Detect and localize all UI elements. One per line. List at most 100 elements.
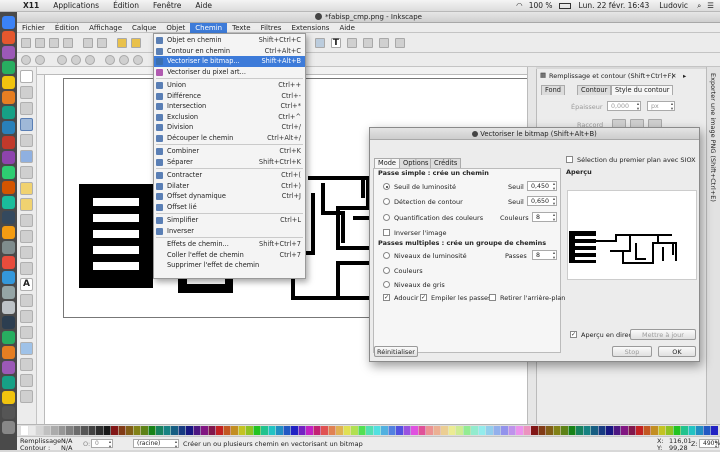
menu-calque[interactable]: Calque — [127, 23, 161, 33]
palette-swatch[interactable] — [141, 426, 148, 435]
zoom-drawing-icon[interactable] — [119, 55, 129, 65]
zoom-1-2-icon[interactable] — [71, 55, 81, 65]
export-icon[interactable] — [97, 38, 107, 48]
menu-item-21[interactable]: Supprimer l'effet de chemin — [154, 260, 305, 271]
dropper-tool-icon[interactable] — [20, 374, 33, 387]
menu-item-13[interactable]: Contracter Ctrl+( — [154, 170, 305, 181]
node-editor-icon[interactable] — [315, 38, 325, 48]
color-palette[interactable] — [17, 424, 720, 436]
eraser-tool-icon[interactable] — [20, 310, 33, 323]
palette-swatch[interactable] — [426, 426, 433, 435]
width-unit-select[interactable]: px — [647, 101, 675, 112]
pencil-tool-icon[interactable] — [20, 230, 33, 243]
palette-swatch[interactable] — [591, 426, 598, 435]
rectangle-tool-icon[interactable] — [20, 150, 33, 163]
menu-aide[interactable]: Aide — [334, 23, 359, 33]
palette-swatch[interactable] — [651, 426, 658, 435]
menu-texte[interactable]: Texte — [227, 23, 255, 33]
palette-swatch[interactable] — [336, 426, 343, 435]
menu-item-11[interactable]: Combiner Ctrl+K — [154, 146, 305, 157]
palette-swatch[interactable] — [711, 426, 718, 435]
menu-item-5[interactable]: Union Ctrl++ — [154, 80, 305, 91]
palette-swatch[interactable] — [523, 426, 531, 435]
menu-item-10[interactable]: Découper le chemin Ctrl+Alt+/ — [154, 133, 305, 144]
palette-swatch[interactable] — [486, 426, 493, 435]
pen-tool-icon[interactable] — [20, 246, 33, 259]
zoom-selection-icon[interactable] — [105, 55, 115, 65]
menu-item-20[interactable]: Coller l'effet de chemin Ctrl+7 — [154, 250, 305, 261]
spotlight-icon[interactable]: ⌕ — [697, 1, 701, 11]
quantization-radio[interactable] — [383, 214, 390, 221]
palette-swatch[interactable] — [351, 426, 358, 435]
palette-swatch[interactable] — [163, 426, 171, 435]
text-tool-icon[interactable]: T — [331, 38, 341, 48]
dock-app-icon[interactable] — [2, 301, 15, 314]
palette-swatch[interactable] — [186, 426, 193, 435]
wifi-icon[interactable]: ◠ — [516, 1, 523, 10]
dock-app-icon[interactable] — [2, 316, 15, 329]
palette-swatch[interactable] — [463, 426, 471, 435]
tab-options[interactable]: Options — [399, 158, 433, 168]
palette-swatch[interactable] — [606, 426, 613, 435]
zoom-out-icon[interactable] — [35, 55, 45, 65]
palette-swatch[interactable] — [216, 426, 223, 435]
notification-icon[interactable]: ☰ — [707, 1, 714, 10]
print-icon[interactable] — [63, 38, 73, 48]
menu-item-7[interactable]: Intersection Ctrl+* — [154, 101, 305, 112]
menu-fichier[interactable]: Fichier — [17, 23, 50, 33]
mesh-tool-icon[interactable] — [20, 358, 33, 371]
tab-credits[interactable]: Crédits — [430, 158, 462, 168]
menu-item-8[interactable]: Exclusion Ctrl+^ — [154, 112, 305, 123]
palette-swatch[interactable] — [51, 426, 58, 435]
palette-swatch[interactable] — [501, 426, 508, 435]
panel-close-icon[interactable]: ✕ — [671, 72, 676, 80]
quantization-colors-input[interactable]: 8 — [532, 212, 557, 223]
palette-swatch[interactable] — [658, 426, 666, 435]
menu-item-17[interactable]: Simplifier Ctrl+L — [154, 215, 305, 226]
tab-fond[interactable]: Fond — [541, 85, 565, 95]
palette-swatch[interactable] — [88, 426, 96, 435]
dock-app-icon[interactable] — [2, 106, 15, 119]
bucket-tool-icon[interactable] — [20, 326, 33, 339]
palette-swatch[interactable] — [478, 426, 486, 435]
dock-app-icon[interactable] — [2, 376, 15, 389]
connector-tool-icon[interactable] — [20, 390, 33, 403]
palette-swatch[interactable] — [403, 426, 411, 435]
palette-swatch[interactable] — [268, 426, 276, 435]
palette-swatch[interactable] — [358, 426, 366, 435]
spiral-tool-icon[interactable] — [20, 214, 33, 227]
palette-swatch[interactable] — [133, 426, 141, 435]
dock-app-icon[interactable] — [2, 331, 15, 344]
colors-radio[interactable] — [383, 267, 390, 274]
dock-app-icon[interactable] — [2, 76, 15, 89]
palette-swatch[interactable] — [418, 426, 426, 435]
palette-swatch[interactable] — [193, 426, 201, 435]
edge-threshold-input[interactable]: 0,650 — [527, 196, 557, 207]
brightness-threshold-input[interactable]: 0,450 — [527, 181, 557, 192]
spray-tool-icon[interactable] — [20, 294, 33, 307]
stop-button[interactable]: Stop — [612, 346, 652, 357]
palette-swatch[interactable] — [681, 426, 688, 435]
gradient-tool-icon[interactable] — [20, 342, 33, 355]
menu-item-19[interactable]: Effets de chemin... Shift+Ctrl+7 — [154, 239, 305, 250]
palette-swatch[interactable] — [103, 426, 111, 435]
palette-swatch[interactable] — [58, 426, 66, 435]
palette-swatch[interactable] — [238, 426, 246, 435]
palette-swatch[interactable] — [21, 426, 28, 435]
export-png-tab[interactable]: Exporter une image PNG (Shift+Ctrl+E) — [709, 73, 717, 202]
palette-swatch[interactable] — [208, 426, 216, 435]
palette-swatch[interactable] — [538, 426, 546, 435]
palette-swatch[interactable] — [508, 426, 516, 435]
palette-swatch[interactable] — [561, 426, 568, 435]
transform-icon[interactable] — [395, 38, 405, 48]
palette-swatch[interactable] — [448, 426, 456, 435]
palette-swatch[interactable] — [628, 426, 636, 435]
ok-button[interactable]: OK — [658, 346, 696, 357]
palette-swatch[interactable] — [73, 426, 81, 435]
menu-affichage[interactable]: Affichage — [84, 23, 127, 33]
remove-background-checkbox[interactable] — [489, 294, 496, 301]
palette-swatch[interactable] — [306, 426, 313, 435]
menu-item-6[interactable]: Différence Ctrl+- — [154, 91, 305, 102]
menu-chemin[interactable]: Chemin — [190, 22, 228, 33]
dock-app-icon[interactable] — [2, 391, 15, 404]
